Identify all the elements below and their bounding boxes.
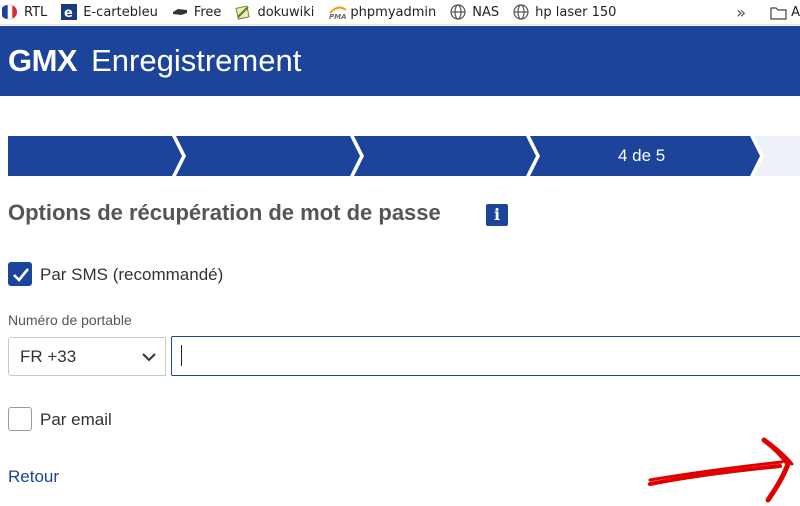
svg-text:PMA: PMA	[329, 13, 347, 20]
bookmark-label: dokuwiki	[257, 4, 315, 20]
phone-number-input[interactable]	[171, 336, 800, 376]
globe-icon	[450, 4, 466, 20]
sms-option-label[interactable]: Par SMS (recommandé)	[40, 265, 223, 285]
step-3	[354, 136, 536, 176]
bookmark-label: phpmyadmin	[350, 4, 437, 20]
bookmark-label: hp laser 150	[535, 4, 617, 20]
bookmark-label: NAS	[472, 4, 500, 20]
phone-field-label: Numéro de portable	[8, 312, 132, 328]
back-link[interactable]: Retour	[8, 467, 59, 487]
bookmark-ecartebleu[interactable]: e E-cartebleu	[61, 0, 158, 24]
bookmark-phpmyadmin[interactable]: PMA phpmyadmin	[328, 0, 437, 24]
current-step-label: 4 de 5	[618, 146, 666, 165]
folder-icon	[770, 6, 787, 20]
bookmark-nas[interactable]: NAS	[450, 0, 500, 24]
bookmark-free[interactable]: Free	[172, 0, 222, 24]
step-1	[8, 136, 182, 176]
bookmark-label: E-cartebleu	[83, 4, 158, 20]
section-title: Options de récupération de mot de passe	[8, 200, 441, 225]
email-option-label[interactable]: Par email	[40, 410, 112, 430]
info-icon[interactable]: i	[486, 204, 508, 226]
email-checkbox[interactable]	[8, 407, 32, 431]
checkmark-icon	[13, 268, 30, 282]
sms-checkbox[interactable]	[8, 262, 32, 286]
freebox-icon	[172, 4, 188, 20]
progress-steps-graphic	[8, 136, 800, 176]
french-flag-icon	[0, 4, 18, 20]
progress-steps: 4 de 5	[8, 136, 800, 176]
step-2	[176, 136, 360, 176]
country-code-value: FR +33	[20, 346, 77, 366]
page-header: GMX Enregistrement	[0, 26, 800, 96]
bookmarks-bar: RTL e E-cartebleu Free dokuwiki PMA phpm…	[0, 0, 800, 25]
gmx-logo[interactable]: GMX	[8, 43, 78, 79]
red-arrow-annotation	[648, 437, 794, 503]
svg-text:e: e	[64, 6, 73, 20]
bookmark-folder-label: A	[791, 5, 800, 20]
phpmyadmin-icon: PMA	[328, 4, 348, 21]
country-code-select[interactable]: FR +33	[8, 337, 166, 376]
chevron-down-icon	[142, 353, 156, 362]
bookmark-label: Free	[193, 4, 222, 20]
bookmark-dokuwiki[interactable]: dokuwiki	[235, 0, 315, 24]
more-bookmarks-chevron-icon[interactable]: »	[736, 0, 746, 24]
bookmark-folder[interactable]: A	[770, 0, 800, 24]
bookmark-label: RTL	[24, 4, 48, 20]
step-5	[754, 136, 800, 176]
bookmark-hp-laser[interactable]: hp laser 150	[513, 0, 617, 24]
globe-icon	[513, 4, 529, 20]
page-title: Enregistrement	[91, 43, 302, 78]
ecartebleu-icon: e	[61, 4, 78, 21]
bookmark-rtl[interactable]: RTL	[0, 0, 48, 24]
dokuwiki-icon	[235, 4, 251, 20]
text-cursor	[181, 345, 182, 366]
